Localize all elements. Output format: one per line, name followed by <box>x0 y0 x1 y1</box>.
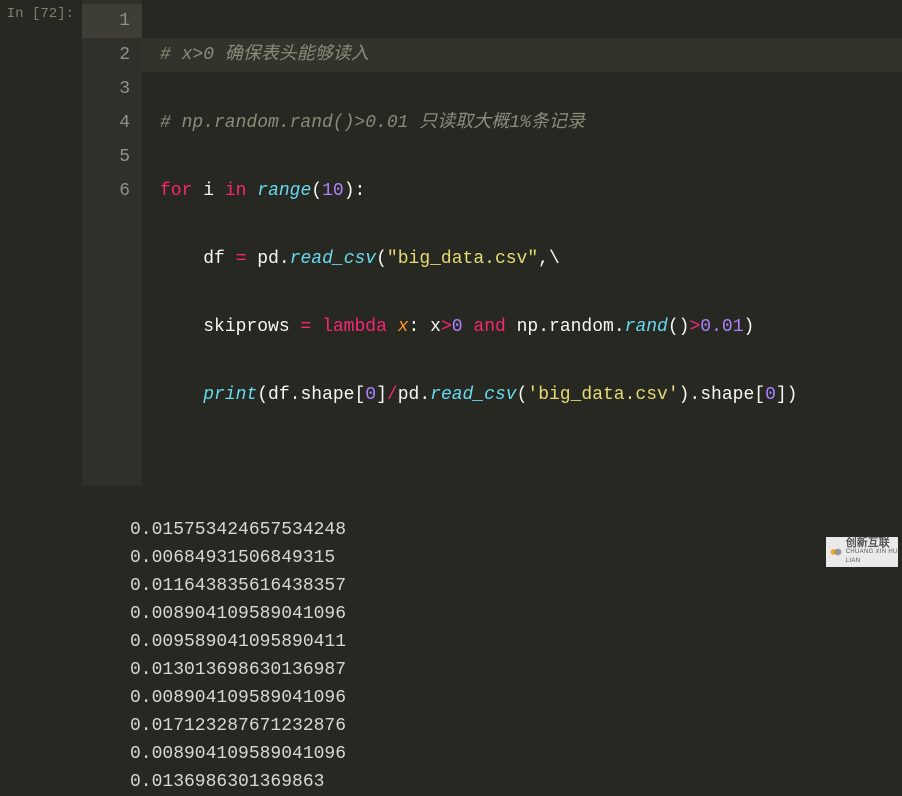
keyword-lambda: lambda <box>322 317 387 337</box>
output-line: 0.011643835616438357 <box>130 576 346 596</box>
line-number-gutter: 1 2 3 4 5 6 <box>82 0 142 486</box>
code-line-2: # np.random.rand()>0.01 只读取大概1%条记录 <box>160 106 902 140</box>
code-cell: In [72]: 1 2 3 4 5 6 # x>0 确保表头能够读入 # np… <box>0 0 902 486</box>
code-editor[interactable]: # x>0 确保表头能够读入 # np.random.rand()>0.01 只… <box>142 0 902 486</box>
output-line: 0.008904109589041096 <box>130 688 346 708</box>
cell-output: 0.015753424657534248 0.00684931506849315… <box>0 486 902 796</box>
identifier: shape <box>700 385 754 405</box>
line-number: 6 <box>82 174 130 208</box>
logo-icon <box>830 543 844 561</box>
output-line: 0.00684931506849315 <box>130 548 335 568</box>
identifier: i <box>203 181 214 201</box>
output-line: 0.013013698630136987 <box>130 660 346 680</box>
keyword-and: and <box>473 317 505 337</box>
logo-brand: 创新互联 <box>846 539 898 548</box>
output-line: 0.008904109589041096 <box>130 604 346 624</box>
method: read_csv <box>290 249 376 269</box>
identifier: shape <box>300 385 354 405</box>
identifier: pd <box>257 249 279 269</box>
code-line-5: skiprows = lambda x: x>0 and np.random.r… <box>160 310 902 344</box>
builtin-range: range <box>257 181 311 201</box>
output-line: 0.009589041095890411 <box>130 632 346 652</box>
identifier: df <box>203 249 225 269</box>
code-line-6: print(df.shape[0]/pd.read_csv('big_data.… <box>160 378 902 412</box>
line-number: 4 <box>82 106 130 140</box>
number-literal: 0 <box>765 385 776 405</box>
code-line-3: for i in range(10): <box>160 174 902 208</box>
identifier: random <box>549 317 614 337</box>
number-literal: 0 <box>365 385 376 405</box>
line-number: 2 <box>82 38 130 72</box>
output-line: 0.0136986301369863 <box>130 772 324 792</box>
code-line-1: # x>0 确保表头能够读入 <box>142 38 902 72</box>
identifier: x <box>430 317 441 337</box>
string-literal: "big_data.csv" <box>387 249 538 269</box>
cell-prompt: In [72]: <box>0 0 82 486</box>
string-literal: 'big_data.csv' <box>527 385 678 405</box>
method: rand <box>625 317 668 337</box>
identifier: df <box>268 385 290 405</box>
line-number: 1 <box>82 4 142 38</box>
identifier: skiprows <box>203 317 289 337</box>
code-line-4: df = pd.read_csv("big_data.csv",\ <box>160 242 902 276</box>
output-line: 0.015753424657534248 <box>130 520 346 540</box>
comment: # x>0 确保表头能够读入 <box>160 45 369 65</box>
watermark-logo: 创新互联 CHUANG XIN HU LIAN <box>826 537 898 567</box>
keyword-in: in <box>225 181 247 201</box>
line-number: 5 <box>82 140 130 174</box>
identifier: np <box>517 317 539 337</box>
output-line: 0.017123287671232876 <box>130 716 346 736</box>
method: read_csv <box>430 385 516 405</box>
number-literal: 10 <box>322 181 344 201</box>
line-number: 3 <box>82 72 130 106</box>
parameter: x <box>398 317 409 337</box>
comment: # np.random.rand()>0.01 只读取大概1%条记录 <box>160 113 585 133</box>
logo-sub: CHUANG XIN HU LIAN <box>846 548 898 566</box>
keyword-for: for <box>160 181 192 201</box>
number-literal: 0 <box>452 317 463 337</box>
identifier: pd <box>398 385 420 405</box>
number-literal: 0.01 <box>700 317 743 337</box>
builtin-print: print <box>203 385 257 405</box>
output-line: 0.008904109589041096 <box>130 744 346 764</box>
